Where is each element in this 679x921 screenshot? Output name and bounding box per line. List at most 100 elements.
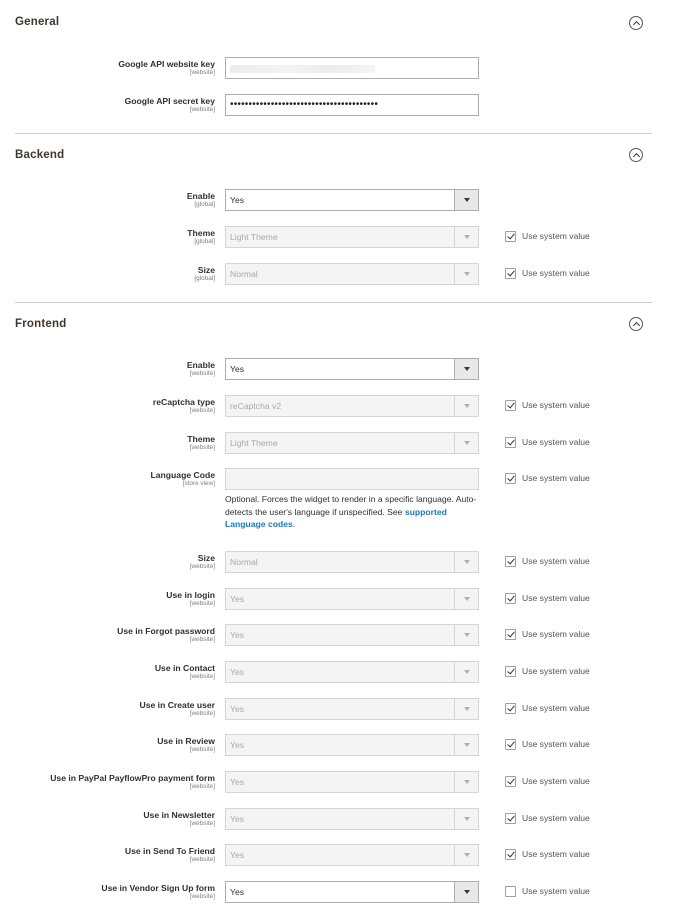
label-text: Use in Contact [154,663,215,673]
select-value: Normal [230,557,258,567]
redacted-value [230,65,375,73]
use-system-value-checkbox[interactable] [505,703,516,714]
use-system-value-checkbox[interactable] [505,593,516,604]
scope-text: [website] [189,636,215,643]
label-text: Size [197,553,215,563]
label-text: Use in Newsletter [143,810,215,820]
frontend-theme-select: Light Theme [225,432,479,454]
scope-text: [website] [189,106,215,113]
field-frontend-enable: Enable [website] Yes [0,358,679,382]
use-system-value-checkbox[interactable] [505,437,516,448]
use-system-value-checkbox[interactable] [505,813,516,824]
section-title-backend[interactable]: Backend [15,149,64,161]
field-label: Use in Newsletter [website] [143,810,215,828]
collapse-icon[interactable] [629,317,643,331]
dropdown-toggle [454,227,478,247]
field-label: Enable [website] [187,360,215,378]
use-system-value-checkbox[interactable] [505,400,516,411]
use-system-value-label[interactable]: Use system value [522,739,590,749]
use-system-value-checkbox[interactable] [505,268,516,279]
field-google-api-secret-key: Google API secret key [website] ••••••••… [0,94,679,118]
use-system-value-checkbox[interactable] [505,849,516,860]
dropdown-toggle[interactable] [454,882,478,902]
select-value: reCaptcha v2 [230,401,282,411]
chevron-down-icon [464,633,470,637]
frontend-enable-select[interactable]: Yes [225,358,479,380]
use-system-value-checkbox[interactable] [505,886,516,897]
field-use-in-login: Use in login [website] Yes Use system va… [0,588,679,612]
scope-text: [website] [189,820,215,827]
field-use-in-vendor-sign-up: Use in Vendor Sign Up form [website] Yes… [0,881,679,905]
dropdown-toggle [454,772,478,792]
field-label: Use in PayPal PayflowPro payment form [w… [50,773,215,791]
use-system-value-label[interactable]: Use system value [522,556,590,566]
use-system-value-checkbox[interactable] [505,629,516,640]
use-system-value-label[interactable]: Use system value [522,666,590,676]
use-system-value-label[interactable]: Use system value [522,629,590,639]
use-system-value-label[interactable]: Use system value [522,849,590,859]
scope-text: [website] [189,69,215,76]
collapse-icon[interactable] [629,148,643,162]
dropdown-toggle[interactable] [454,190,478,210]
field-frontend-size: Size [website] Normal Use system value [0,551,679,575]
google-api-secret-key-input[interactable]: •••••••••••••••••••••••••••••••••••••••• [225,94,479,116]
use-system-value-label[interactable]: Use system value [522,776,590,786]
label-text: Use in Forgot password [117,626,215,636]
select-value: Yes [230,850,245,860]
field-label: Use in Create user [website] [140,700,215,718]
field-label: Use in Send To Friend [website] [125,846,215,864]
use-system-value-label[interactable]: Use system value [522,268,590,278]
field-label: Size [global] [194,265,215,283]
field-use-in-contact: Use in Contact [website] Yes Use system … [0,661,679,685]
label-text: Use in Send To Friend [124,846,215,856]
scope-text: [website] [189,783,215,790]
frontend-recaptcha-type-select: reCaptcha v2 [225,395,479,417]
chevron-down-icon [464,707,470,711]
label-text: Use in Vendor Sign Up form [101,883,215,893]
field-label: Language Code [store view] [151,470,215,488]
field-label: Use in login [website] [166,590,215,608]
use-system-value-checkbox[interactable] [505,776,516,787]
backend-enable-select[interactable]: Yes [225,189,479,211]
field-frontend-recaptcha-type: reCaptcha type [website] reCaptcha v2 Us… [0,395,679,419]
use-system-value-label[interactable]: Use system value [522,437,590,447]
field-label: reCaptcha type [website] [153,397,215,415]
use-system-value-label[interactable]: Use system value [522,473,590,483]
chevron-down-icon [464,817,470,821]
use-in-vendor-sign-up-select[interactable]: Yes [225,881,479,903]
use-system-value-checkbox[interactable] [505,473,516,484]
use-system-value-label[interactable]: Use system value [522,231,590,241]
scope-text: [website] [189,893,215,900]
label-text: Theme [187,434,215,444]
dropdown-toggle [454,589,478,609]
use-system-value-checkbox[interactable] [505,231,516,242]
label-text: Use in Create user [139,700,215,710]
collapse-icon[interactable] [629,16,643,30]
use-system-value-label[interactable]: Use system value [522,703,590,713]
select-value: Yes [230,667,245,677]
field-label: Theme [global] [187,228,215,246]
divider [15,302,652,303]
label-text: Size [197,265,215,275]
use-system-value-checkbox[interactable] [505,666,516,677]
use-system-value-checkbox[interactable] [505,739,516,750]
language-code-note: Optional. Forces the widget to render in… [225,493,485,531]
use-system-value-label[interactable]: Use system value [522,593,590,603]
use-system-value-label[interactable]: Use system value [522,886,590,896]
label-text: Use in Review [157,736,215,746]
dropdown-toggle[interactable] [454,359,478,379]
field-backend-enable: Enable [global] Yes [0,189,679,213]
section-title-general[interactable]: General [15,16,59,28]
use-system-value-checkbox[interactable] [505,556,516,567]
label-text: Theme [187,228,215,238]
scope-text: [website] [189,710,215,717]
use-system-value-label[interactable]: Use system value [522,400,590,410]
field-use-in-send-to-friend: Use in Send To Friend [website] Yes Use … [0,844,679,868]
chevron-down-icon [464,235,470,239]
dropdown-toggle [454,433,478,453]
select-value: Yes [230,814,245,824]
section-title-frontend[interactable]: Frontend [15,318,66,330]
scope-text: [global] [194,201,215,208]
use-system-value-label[interactable]: Use system value [522,813,590,823]
google-api-website-key-input[interactable] [225,57,479,79]
